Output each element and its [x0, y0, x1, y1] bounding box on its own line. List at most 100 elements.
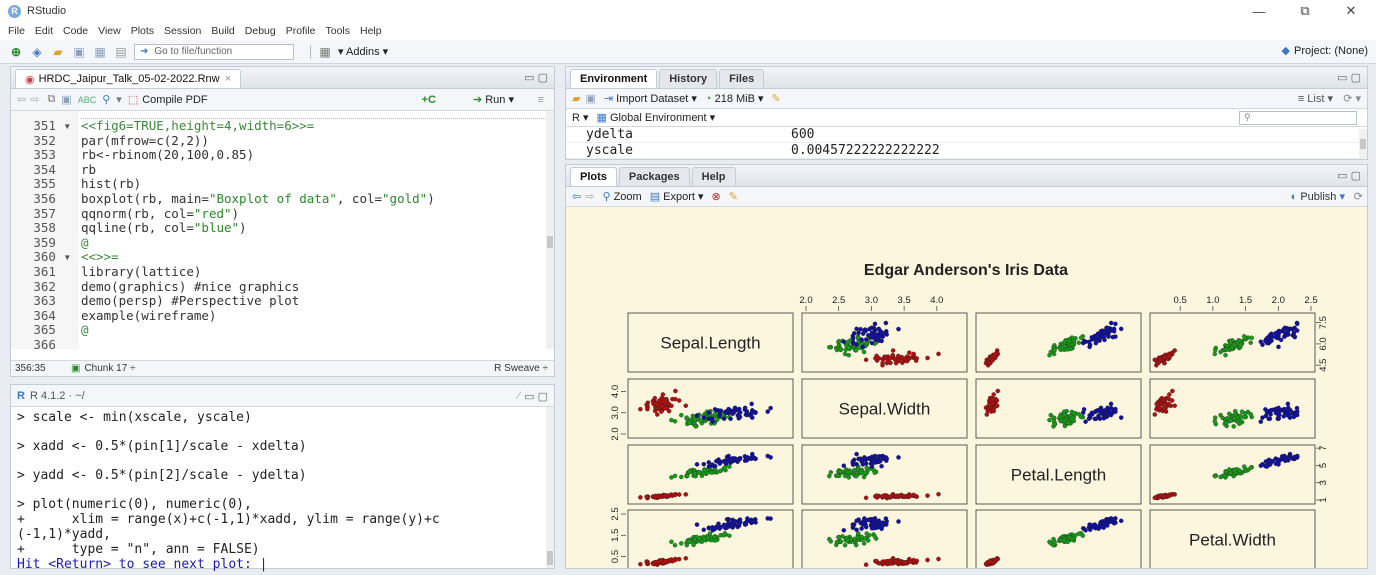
save-icon[interactable]: ▣: [71, 44, 87, 60]
code-line[interactable]: 355 hist(rb): [11, 177, 554, 192]
code-tools-icon[interactable]: ▾: [116, 93, 122, 106]
tab-help[interactable]: Help: [691, 167, 736, 186]
re-run-icon[interactable]: ≡: [538, 94, 544, 106]
data-point: [638, 406, 643, 412]
export-button[interactable]: ▤ Export ▾: [650, 190, 704, 203]
grid-icon[interactable]: ▦: [317, 44, 333, 60]
print-icon[interactable]: ▤: [113, 44, 129, 60]
minimize-button[interactable]: —: [1236, 0, 1282, 22]
menu-build[interactable]: Build: [211, 25, 234, 37]
code-line[interactable]: 363 demo(persp) #Perspective plot: [11, 294, 554, 309]
tab-packages[interactable]: Packages: [618, 167, 690, 186]
menu-plots[interactable]: Plots: [131, 25, 154, 37]
save-all-icon[interactable]: ▦: [92, 44, 108, 60]
plots-minimize-icon[interactable]: ▭ ▢: [1337, 169, 1361, 182]
data-point: [1111, 329, 1117, 334]
tab-files[interactable]: Files: [719, 69, 765, 88]
scope-selector[interactable]: ▦ Global Environment ▾: [597, 111, 716, 124]
code-line[interactable]: 362 demo(graphics) #nice graphics: [11, 279, 554, 295]
back-icon[interactable]: ⇦: [17, 93, 26, 106]
refresh-env-icon[interactable]: ⟳ ▾: [1343, 92, 1361, 105]
data-point: [715, 417, 720, 422]
code-line[interactable]: 361 library(lattice): [11, 264, 554, 280]
menu-tools[interactable]: Tools: [325, 25, 350, 37]
import-dataset-button[interactable]: ⇥ Import Dataset ▾: [604, 92, 697, 105]
forward-icon[interactable]: ⇨: [30, 93, 39, 106]
data-point: [730, 408, 735, 414]
env-row[interactable]: ydelta 600: [566, 127, 1367, 143]
new-file-icon[interactable]: ⊕: [8, 44, 24, 60]
data-point: [872, 534, 877, 539]
save-file-icon[interactable]: ▣: [61, 93, 71, 106]
env-row[interactable]: yscale 0.00457222222222222: [566, 143, 1367, 159]
env-scrollbar[interactable]: [1359, 129, 1367, 159]
code-line[interactable]: 356 boxplot(rb, main="Boxplot of data", …: [11, 191, 554, 207]
tab-history[interactable]: History: [659, 69, 718, 88]
close-button[interactable]: ✕: [1328, 0, 1374, 22]
minimize-pane-icon[interactable]: ▭ ▢: [524, 71, 548, 84]
language-selector[interactable]: R ▾: [572, 111, 589, 124]
code-line[interactable]: 360 ▾ <<>>=: [11, 250, 554, 265]
console-output[interactable]: > scale <- min(xscale, yscale) > xadd <- …: [11, 407, 554, 575]
code-line[interactable]: 354 rb: [11, 162, 554, 178]
code-line[interactable]: 358 qqline(rb, col="blue"): [11, 220, 554, 236]
spellcheck-icon[interactable]: ABC: [78, 95, 97, 105]
console-scrollbar[interactable]: [546, 407, 554, 568]
insert-chunk-icon[interactable]: +C: [422, 94, 436, 106]
publish-button[interactable]: ◐ Publish ▾: [1291, 190, 1345, 203]
code-line[interactable]: 353 rb<-rbinom(20,100,0.85): [11, 148, 554, 163]
remove-plot-icon[interactable]: ⊗: [712, 190, 721, 203]
editor-scrollbar[interactable]: [546, 111, 554, 349]
tick-label-left: 0.5: [610, 550, 621, 563]
menu-edit[interactable]: Edit: [35, 25, 53, 37]
menu-code[interactable]: Code: [63, 25, 88, 37]
code-line[interactable]: 366: [11, 337, 554, 349]
code-line[interactable]: 364 example(wireframe): [11, 308, 554, 324]
menu-session[interactable]: Session: [164, 25, 201, 37]
list-view-button[interactable]: ≡ List ▾: [1298, 92, 1333, 105]
data-point: [684, 415, 690, 420]
console-minimize-icon[interactable]: ▭ ▢: [524, 390, 548, 403]
restore-button[interactable]: ⧉: [1282, 0, 1328, 22]
goto-file-input[interactable]: ➜ Go to file/function: [134, 43, 294, 60]
env-search-input[interactable]: ⚲: [1239, 111, 1357, 125]
close-tab-icon[interactable]: ×: [225, 73, 231, 85]
menu-help[interactable]: Help: [360, 25, 382, 37]
load-workspace-icon[interactable]: ▰: [572, 92, 580, 105]
menu-profile[interactable]: Profile: [286, 25, 316, 37]
chunk-selector[interactable]: Chunk 17 ÷: [84, 363, 135, 374]
tab-rnw-file[interactable]: ◉ HRDC_Jaipur_Talk_05-02-2022.Rnw ×: [15, 69, 242, 88]
memory-usage-button[interactable]: ◔ 218 MiB ▾: [705, 92, 764, 105]
clear-console-icon[interactable]: ⁄: [518, 390, 520, 402]
file-mode-selector[interactable]: R Sweave ÷: [494, 363, 548, 374]
refresh-plot-icon[interactable]: ⟳: [1354, 190, 1363, 203]
project-menu[interactable]: ◆ Project: (None): [1282, 44, 1368, 58]
tab-environment[interactable]: Environment: [570, 69, 658, 88]
code-editor[interactable]: 351 ▾ <<fig6=TRUE,height=4,width=6>>= 352 …: [11, 111, 554, 349]
data-point: [1162, 494, 1167, 499]
env-minimize-icon[interactable]: ▭ ▢: [1337, 71, 1361, 84]
clear-env-icon[interactable]: ✎: [772, 92, 781, 105]
code-line[interactable]: 357 qqnorm(rb, col="red"): [11, 206, 554, 222]
show-in-window-icon[interactable]: ⧉: [47, 93, 55, 106]
code-line[interactable]: 365 @: [11, 323, 554, 338]
save-workspace-icon[interactable]: ▣: [585, 92, 595, 105]
search-icon[interactable]: ⚲: [102, 93, 110, 106]
clear-plots-icon[interactable]: ✎: [729, 190, 738, 203]
code-lines: 351 ▾ <<fig6=TRUE,height=4,width=6>>= 352 …: [11, 118, 554, 349]
menu-view[interactable]: View: [98, 25, 121, 37]
next-plot-icon[interactable]: ⇨: [585, 190, 594, 203]
run-button[interactable]: ➔ Run ▾: [473, 93, 514, 106]
tab-plots[interactable]: Plots: [570, 167, 617, 186]
zoom-button[interactable]: ⚲ Zoom: [602, 190, 641, 203]
compile-pdf-button[interactable]: Compile PDF: [142, 94, 207, 106]
addins-button[interactable]: ▾ Addins ▾: [338, 45, 388, 58]
menu-debug[interactable]: Debug: [245, 25, 276, 37]
code-line[interactable]: 352 par(mfrow=c(2,2)): [11, 133, 554, 149]
open-file-icon[interactable]: ▰: [50, 44, 66, 60]
prev-plot-icon[interactable]: ⇦: [572, 190, 581, 203]
code-line[interactable]: 359 @: [11, 235, 554, 251]
menu-file[interactable]: File: [8, 25, 25, 37]
new-project-icon[interactable]: ◈: [29, 44, 45, 60]
code-line[interactable]: 351 ▾ <<fig6=TRUE,height=4,width=6>>=: [11, 118, 554, 134]
